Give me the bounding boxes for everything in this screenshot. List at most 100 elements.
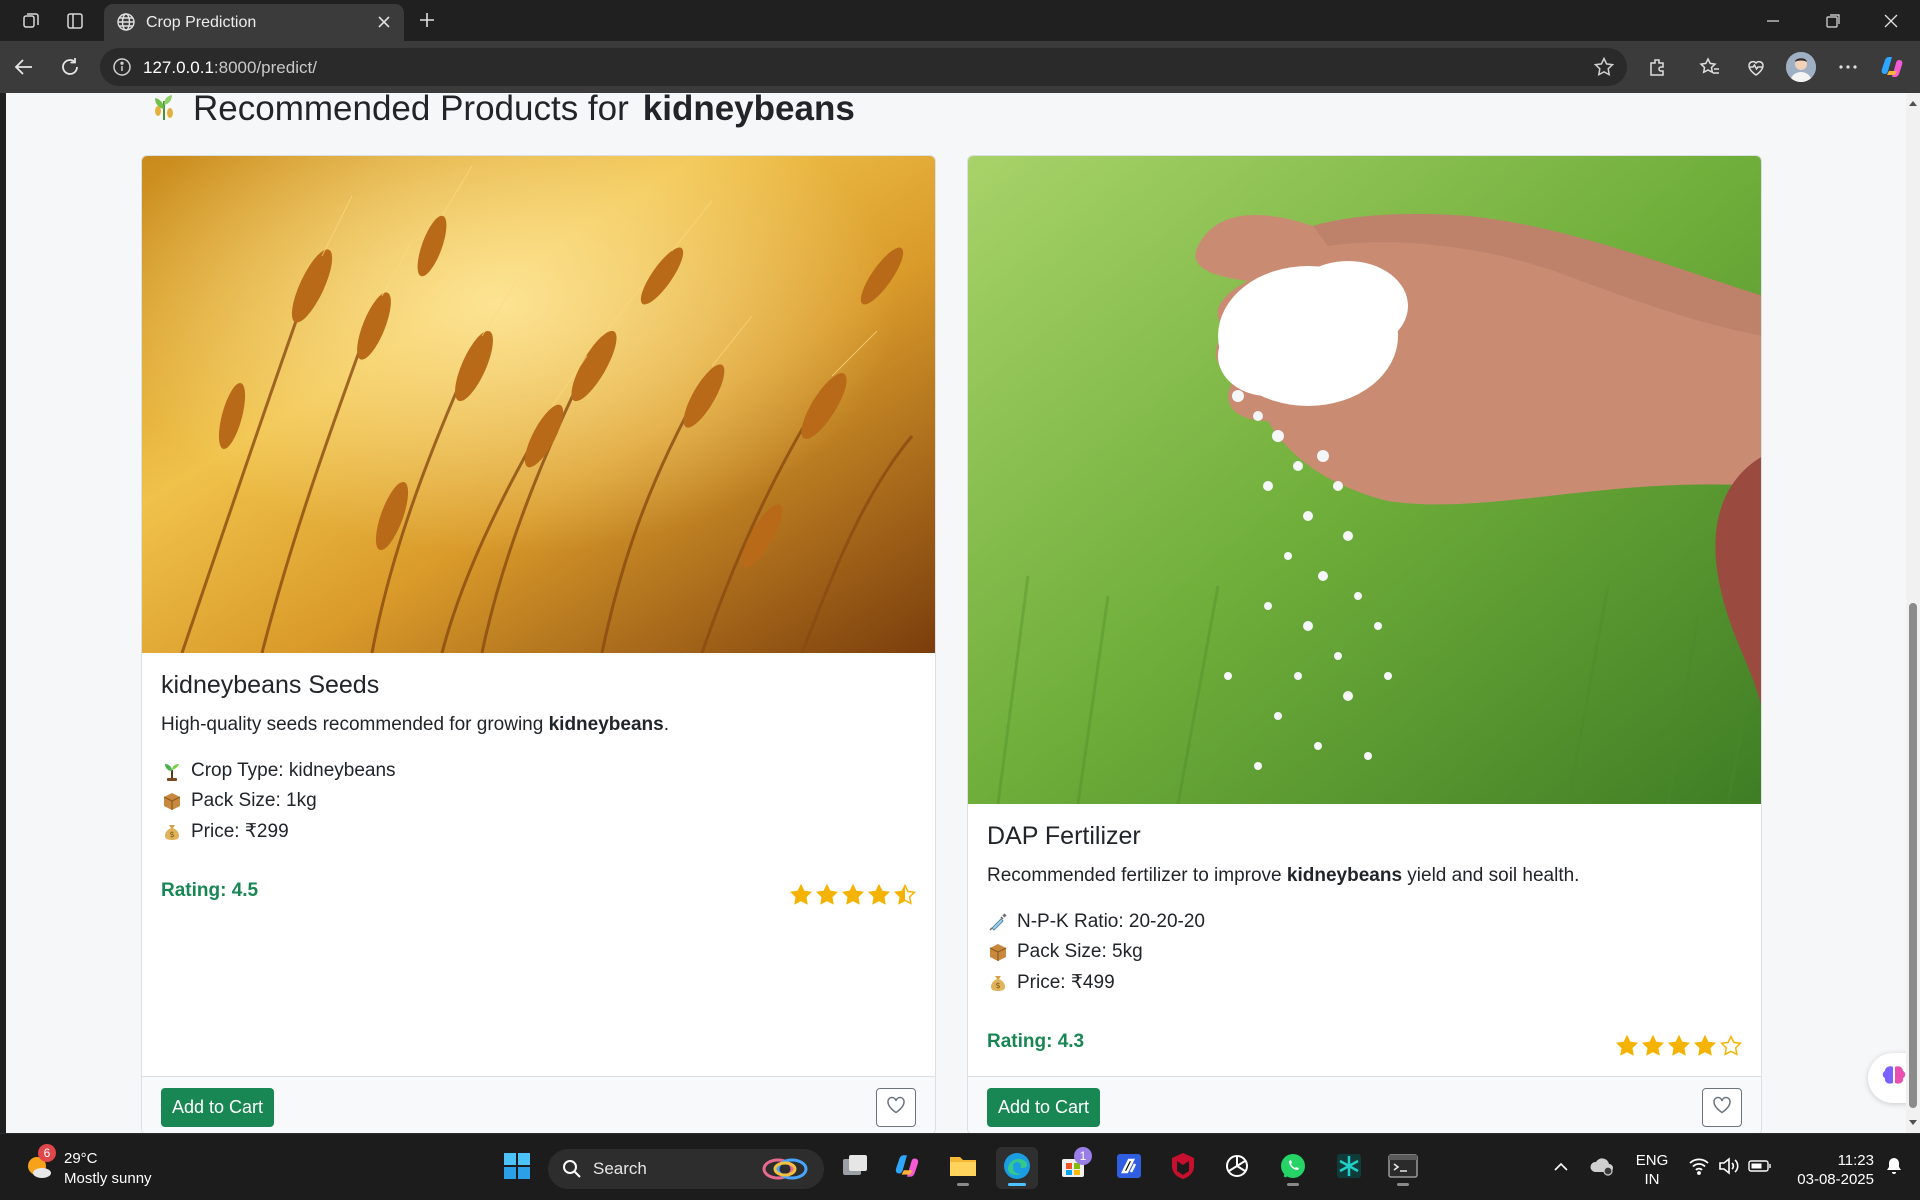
perplexity-app[interactable] (1328, 1147, 1370, 1189)
rating-stars (790, 884, 916, 906)
favorites-icon[interactable] (1694, 51, 1726, 83)
card-body: DAP Fertilizer Recommended fertilizer to… (987, 822, 1742, 997)
star-full-icon (790, 884, 812, 905)
clock[interactable]: 11:23 03-08-2025 (1782, 1151, 1874, 1189)
search-highlight-icon (760, 1155, 812, 1188)
weather-badge: 6 (38, 1144, 56, 1162)
new-tab-icon[interactable] (412, 5, 442, 35)
running-indicator (957, 1183, 969, 1186)
vscode-insiders-app[interactable] (1108, 1147, 1150, 1189)
money-bag-icon: $ (987, 971, 1009, 993)
spec-text: Pack Size: 5kg (1017, 941, 1143, 962)
star-full-icon (868, 884, 890, 905)
task-view-button[interactable] (834, 1147, 876, 1189)
page-scrollbar[interactable] (1906, 93, 1920, 1133)
mcafee-app[interactable] (1162, 1147, 1204, 1189)
more-options-icon[interactable] (1832, 51, 1864, 83)
profile-avatar[interactable] (1786, 52, 1816, 82)
clock-time: 11:23 (1837, 1152, 1874, 1169)
sparkle-icon (1335, 1152, 1363, 1185)
money-bag-icon: $ (161, 820, 183, 842)
workspaces-icon[interactable] (16, 6, 46, 36)
page-title: Recommended Products for kidneybeans (149, 93, 855, 130)
url-text: 127.0.0.1:8000/predict/ (143, 58, 317, 78)
product-card-seeds: kidneybeans Seeds High-quality seeds rec… (141, 155, 936, 1133)
product-description: High-quality seeds recommended for growi… (161, 714, 916, 736)
scroll-up-icon[interactable] (1906, 97, 1920, 109)
weather-temperature: 29°C (64, 1150, 98, 1167)
heading-crop-name: kidneybeans (642, 93, 855, 128)
spec-pack-size: Pack Size: 5kg (987, 937, 1742, 967)
store-app[interactable]: 1 (1052, 1147, 1094, 1189)
close-window-icon[interactable] (1862, 0, 1920, 41)
windows-taskbar: 6 29°C Mostly sunny Search 1 ENG IN 11:2… (0, 1133, 1920, 1200)
scroll-down-icon[interactable] (1906, 1117, 1920, 1129)
edge-icon (1002, 1151, 1032, 1186)
chevron-up-icon (1553, 1159, 1569, 1177)
wheat-field-image (142, 156, 935, 653)
svg-text:$: $ (995, 981, 1000, 990)
back-icon[interactable] (8, 51, 40, 83)
product-description: Recommended fertilizer to improve kidney… (987, 865, 1742, 887)
restore-icon[interactable] (1804, 0, 1862, 41)
wishlist-button[interactable] (1702, 1088, 1742, 1127)
card-footer: Add to Cart (142, 1076, 935, 1133)
copilot-app-icon (893, 1152, 921, 1185)
copilot-app[interactable] (886, 1147, 928, 1189)
desc-crop: kidneybeans (548, 714, 664, 735)
taskbar-search[interactable]: Search (548, 1149, 824, 1189)
star-full-icon (842, 884, 864, 905)
rating-label: Rating: 4.5 (161, 880, 259, 901)
search-label: Search (593, 1159, 647, 1178)
wifi-icon (1688, 1157, 1710, 1180)
tab-title: Crop Prediction (146, 14, 257, 31)
card-footer: Add to Cart (968, 1076, 1761, 1133)
brain-icon (1881, 1064, 1907, 1093)
edge-app[interactable] (996, 1147, 1038, 1189)
product-title: kidneybeans Seeds (161, 671, 380, 699)
package-icon (161, 790, 183, 812)
terminal-app[interactable] (1382, 1147, 1424, 1189)
favorite-star-icon[interactable] (1593, 56, 1615, 83)
spec-pack-size: Pack Size: 1kg (161, 786, 916, 816)
vertical-tabs-icon[interactable] (60, 6, 90, 36)
site-info-icon[interactable] (112, 57, 132, 82)
scroll-thumb[interactable] (1909, 603, 1917, 1108)
refresh-icon[interactable] (54, 51, 86, 83)
page-viewport: Recommended Products for kidneybeans kid… (6, 93, 1920, 1133)
spec-price: $ Price: ₹299 (161, 816, 916, 846)
notifications-button[interactable] (1878, 1147, 1910, 1189)
card-body: kidneybeans Seeds High-quality seeds rec… (161, 671, 916, 846)
seedling-icon (161, 760, 183, 782)
wheat-sprout-icon (149, 93, 179, 130)
add-to-cart-button[interactable]: Add to Cart (987, 1088, 1101, 1127)
url-host: 127.0.0.1 (143, 58, 214, 77)
running-indicator (1397, 1183, 1409, 1186)
terminal-icon (1388, 1153, 1418, 1184)
add-to-cart-button[interactable]: Add to Cart (161, 1088, 275, 1127)
copilot-icon[interactable] (1876, 51, 1908, 83)
heading-prefix: Recommended Products for (193, 93, 629, 128)
file-explorer-app[interactable] (942, 1147, 984, 1189)
close-tab-icon[interactable] (372, 10, 396, 34)
task-view-icon (841, 1153, 869, 1184)
wishlist-button[interactable] (876, 1088, 916, 1127)
active-tab[interactable]: Crop Prediction (104, 4, 404, 41)
spec-text: Price: ₹299 (191, 820, 289, 842)
address-bar[interactable]: 127.0.0.1:8000/predict/ (100, 48, 1627, 86)
running-indicator (1287, 1183, 1299, 1186)
whatsapp-app[interactable] (1272, 1147, 1314, 1189)
minimize-icon[interactable] (1744, 0, 1802, 41)
onedrive-tray[interactable] (1582, 1147, 1622, 1189)
chatgpt-app[interactable] (1216, 1147, 1258, 1189)
bell-icon (1885, 1156, 1903, 1181)
browser-essentials-icon[interactable] (1740, 51, 1772, 83)
language-code: ENG (1635, 1152, 1669, 1169)
url-path: :8000/predict/ (213, 58, 317, 77)
quick-settings-tray[interactable] (1680, 1147, 1780, 1189)
spec-price: $ Price: ₹499 (987, 967, 1742, 997)
language-indicator[interactable]: ENG IN (1630, 1151, 1674, 1189)
show-hidden-icons-button[interactable] (1541, 1147, 1581, 1189)
extensions-icon[interactable] (1642, 51, 1674, 83)
start-button[interactable] (496, 1147, 538, 1189)
